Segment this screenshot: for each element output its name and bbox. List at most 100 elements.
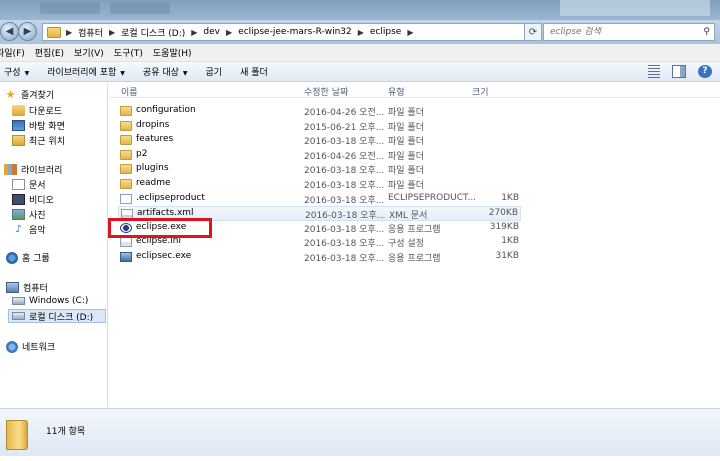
file-date: 2016-03-18 오후... <box>304 254 385 264</box>
nav-music[interactable]: ♪ 음악 <box>12 223 45 236</box>
file-type: 파일 폴더 <box>388 166 424 177</box>
title-bar-blur <box>40 2 100 14</box>
command-bar: 구성 ▼ 라이브러리에 포함 ▼ 공유 대상 ▼ 굽기 새 폴더 ? <box>0 62 720 82</box>
file-row[interactable]: configuration 2016-04-26 오전... 파일 폴더 <box>118 104 521 119</box>
burn-button[interactable]: 굽기 <box>206 65 223 78</box>
breadcrumb-separator-icon[interactable]: ▶ <box>64 28 74 37</box>
file-row[interactable]: dropins 2015-06-21 오후... 파일 폴더 <box>118 119 521 134</box>
view-controls: ? <box>648 65 712 78</box>
nav-drive-d[interactable]: 로컬 디스크 (D:) <box>8 309 106 323</box>
file-row[interactable]: features 2016-03-18 오후... 파일 폴더 <box>118 133 521 148</box>
nav-downloads-label: 다운로드 <box>29 107 63 117</box>
file-row[interactable]: readme 2016-03-18 오후... 파일 폴더 <box>118 177 521 192</box>
folder-icon <box>120 179 132 189</box>
file-row[interactable]: eclipsec.exe 2016-03-18 오후... 응용 프로그램 31… <box>118 250 521 265</box>
music-icon: ♪ <box>15 224 22 235</box>
pictures-icon <box>12 209 25 220</box>
help-icon[interactable]: ? <box>698 65 712 78</box>
nav-pictures[interactable]: 사진 <box>12 208 46 221</box>
nav-homegroup[interactable]: 홈 그룹 <box>6 251 50 264</box>
address-bar[interactable]: ▶ 컴퓨터 ▶ 로컬 디스크 (D:) ▶ dev ▶ eclipse-jee-… <box>42 23 534 41</box>
file-type: 구성 설정 <box>388 239 424 250</box>
breadcrumb-separator-icon[interactable]: ▶ <box>405 28 415 37</box>
details-pane: 11개 항목 <box>0 408 720 461</box>
folder-icon <box>6 420 28 450</box>
menu-edit[interactable]: 편집(E) <box>35 46 70 59</box>
preview-pane-icon[interactable] <box>672 65 686 78</box>
search-input[interactable] <box>544 27 694 37</box>
nav-recent[interactable]: 최근 위치 <box>12 134 65 147</box>
nav-documents[interactable]: 문서 <box>12 178 46 191</box>
column-date[interactable]: 수정한 날짜 <box>304 85 348 98</box>
nav-drive-c-label: Windows (C:) <box>29 296 89 306</box>
videos-icon <box>12 194 25 205</box>
column-name[interactable]: 이름 <box>121 85 138 98</box>
new-folder-button[interactable]: 새 폴더 <box>240 65 268 78</box>
arrow-right-icon: ▶ <box>23 26 32 37</box>
title-bar-blur <box>110 2 170 14</box>
file-date: 2016-03-18 오후... <box>304 239 385 250</box>
file-date: 2016-04-26 오전... <box>304 151 385 162</box>
breadcrumb-separator-icon[interactable]: ▶ <box>189 28 199 37</box>
drive-icon <box>12 297 25 305</box>
organize-button[interactable]: 구성 ▼ <box>4 65 29 78</box>
nav-libraries[interactable]: 라이브러리 <box>4 163 62 176</box>
breadcrumb-eclipse-jee[interactable]: eclipse-jee-mars-R-win32 <box>234 27 356 37</box>
organize-label: 구성 <box>4 68 21 78</box>
breadcrumb-drive-d[interactable]: 로컬 디스크 (D:) <box>117 26 189 39</box>
forward-button[interactable]: ▶ <box>18 22 37 41</box>
file-name: eclipsec.exe <box>136 251 192 261</box>
search-icon[interactable]: ⚲ <box>703 27 710 37</box>
breadcrumb-eclipse[interactable]: eclipse <box>366 27 405 37</box>
file-size: 1KB <box>501 192 519 203</box>
network-icon <box>6 340 18 353</box>
nav-videos[interactable]: 비디오 <box>12 193 54 206</box>
menu-tools[interactable]: 도구(T) <box>114 46 149 59</box>
file-row[interactable]: plugins 2016-03-18 오후... 파일 폴더 <box>118 162 521 177</box>
view-options-icon[interactable] <box>648 65 660 78</box>
chevron-down-icon: ▼ <box>24 70 30 77</box>
nav-drive-c[interactable]: Windows (C:) <box>12 296 88 306</box>
chevron-down-icon: ▼ <box>120 70 125 77</box>
nav-desktop[interactable]: 바탕 화면 <box>12 119 65 132</box>
back-button[interactable]: ◀ <box>0 22 19 41</box>
breadcrumb-separator-icon[interactable]: ▶ <box>356 28 366 37</box>
column-type[interactable]: 유형 <box>388 85 405 98</box>
include-library-button[interactable]: 라이브러리에 포함 ▼ <box>47 65 125 78</box>
ini-file-icon <box>120 237 132 248</box>
menu-help[interactable]: 도움말(H) <box>153 46 198 59</box>
file-date: 2016-03-18 오후... <box>304 224 385 235</box>
nav-network[interactable]: 네트워크 <box>6 340 55 353</box>
folder-icon <box>120 106 132 116</box>
breadcrumb-separator-icon[interactable]: ▶ <box>224 28 234 37</box>
breadcrumb-dev[interactable]: dev <box>199 27 224 37</box>
nav-computer[interactable]: 컴퓨터 <box>6 281 48 294</box>
search-box[interactable]: ⚲ <box>543 23 715 41</box>
nav-videos-label: 비디오 <box>29 196 54 206</box>
column-size[interactable]: 크기 <box>472 85 489 98</box>
exe-file-icon <box>120 252 132 262</box>
include-library-label: 라이브러리에 포함 <box>47 68 117 78</box>
refresh-button[interactable]: ⟳ <box>524 23 542 41</box>
nav-downloads[interactable]: 다운로드 <box>12 104 62 117</box>
breadcrumb-separator-icon[interactable]: ▶ <box>107 28 117 37</box>
window-controls[interactable] <box>560 0 710 16</box>
file-type: 파일 폴더 <box>388 122 424 133</box>
folder-icon <box>120 164 132 175</box>
nav-favorites[interactable]: ★ 즐겨찾기 <box>4 88 55 101</box>
desktop-icon <box>12 120 25 131</box>
file-name: readme <box>136 178 171 188</box>
file-name: dropins <box>136 119 170 130</box>
homegroup-icon <box>6 251 18 264</box>
breadcrumb-computer[interactable]: 컴퓨터 <box>74 26 107 39</box>
file-row[interactable]: p2 2016-04-26 오전... 파일 폴더 <box>118 148 521 163</box>
share-button[interactable]: 공유 대상 ▼ <box>143 65 188 78</box>
nav-computer-label: 컴퓨터 <box>23 284 48 294</box>
file-row[interactable]: .eclipseproduct 2016-03-18 오후... ECLIPSE… <box>118 192 521 207</box>
file-type: 파일 폴더 <box>388 181 424 191</box>
file-date: 2016-03-18 오후... <box>304 137 385 148</box>
file-name: .eclipseproduct <box>136 192 205 203</box>
menu-view[interactable]: 보기(V) <box>74 46 110 59</box>
file-name: p2 <box>136 148 148 159</box>
menu-file[interactable]: 파일(F) <box>0 46 31 59</box>
